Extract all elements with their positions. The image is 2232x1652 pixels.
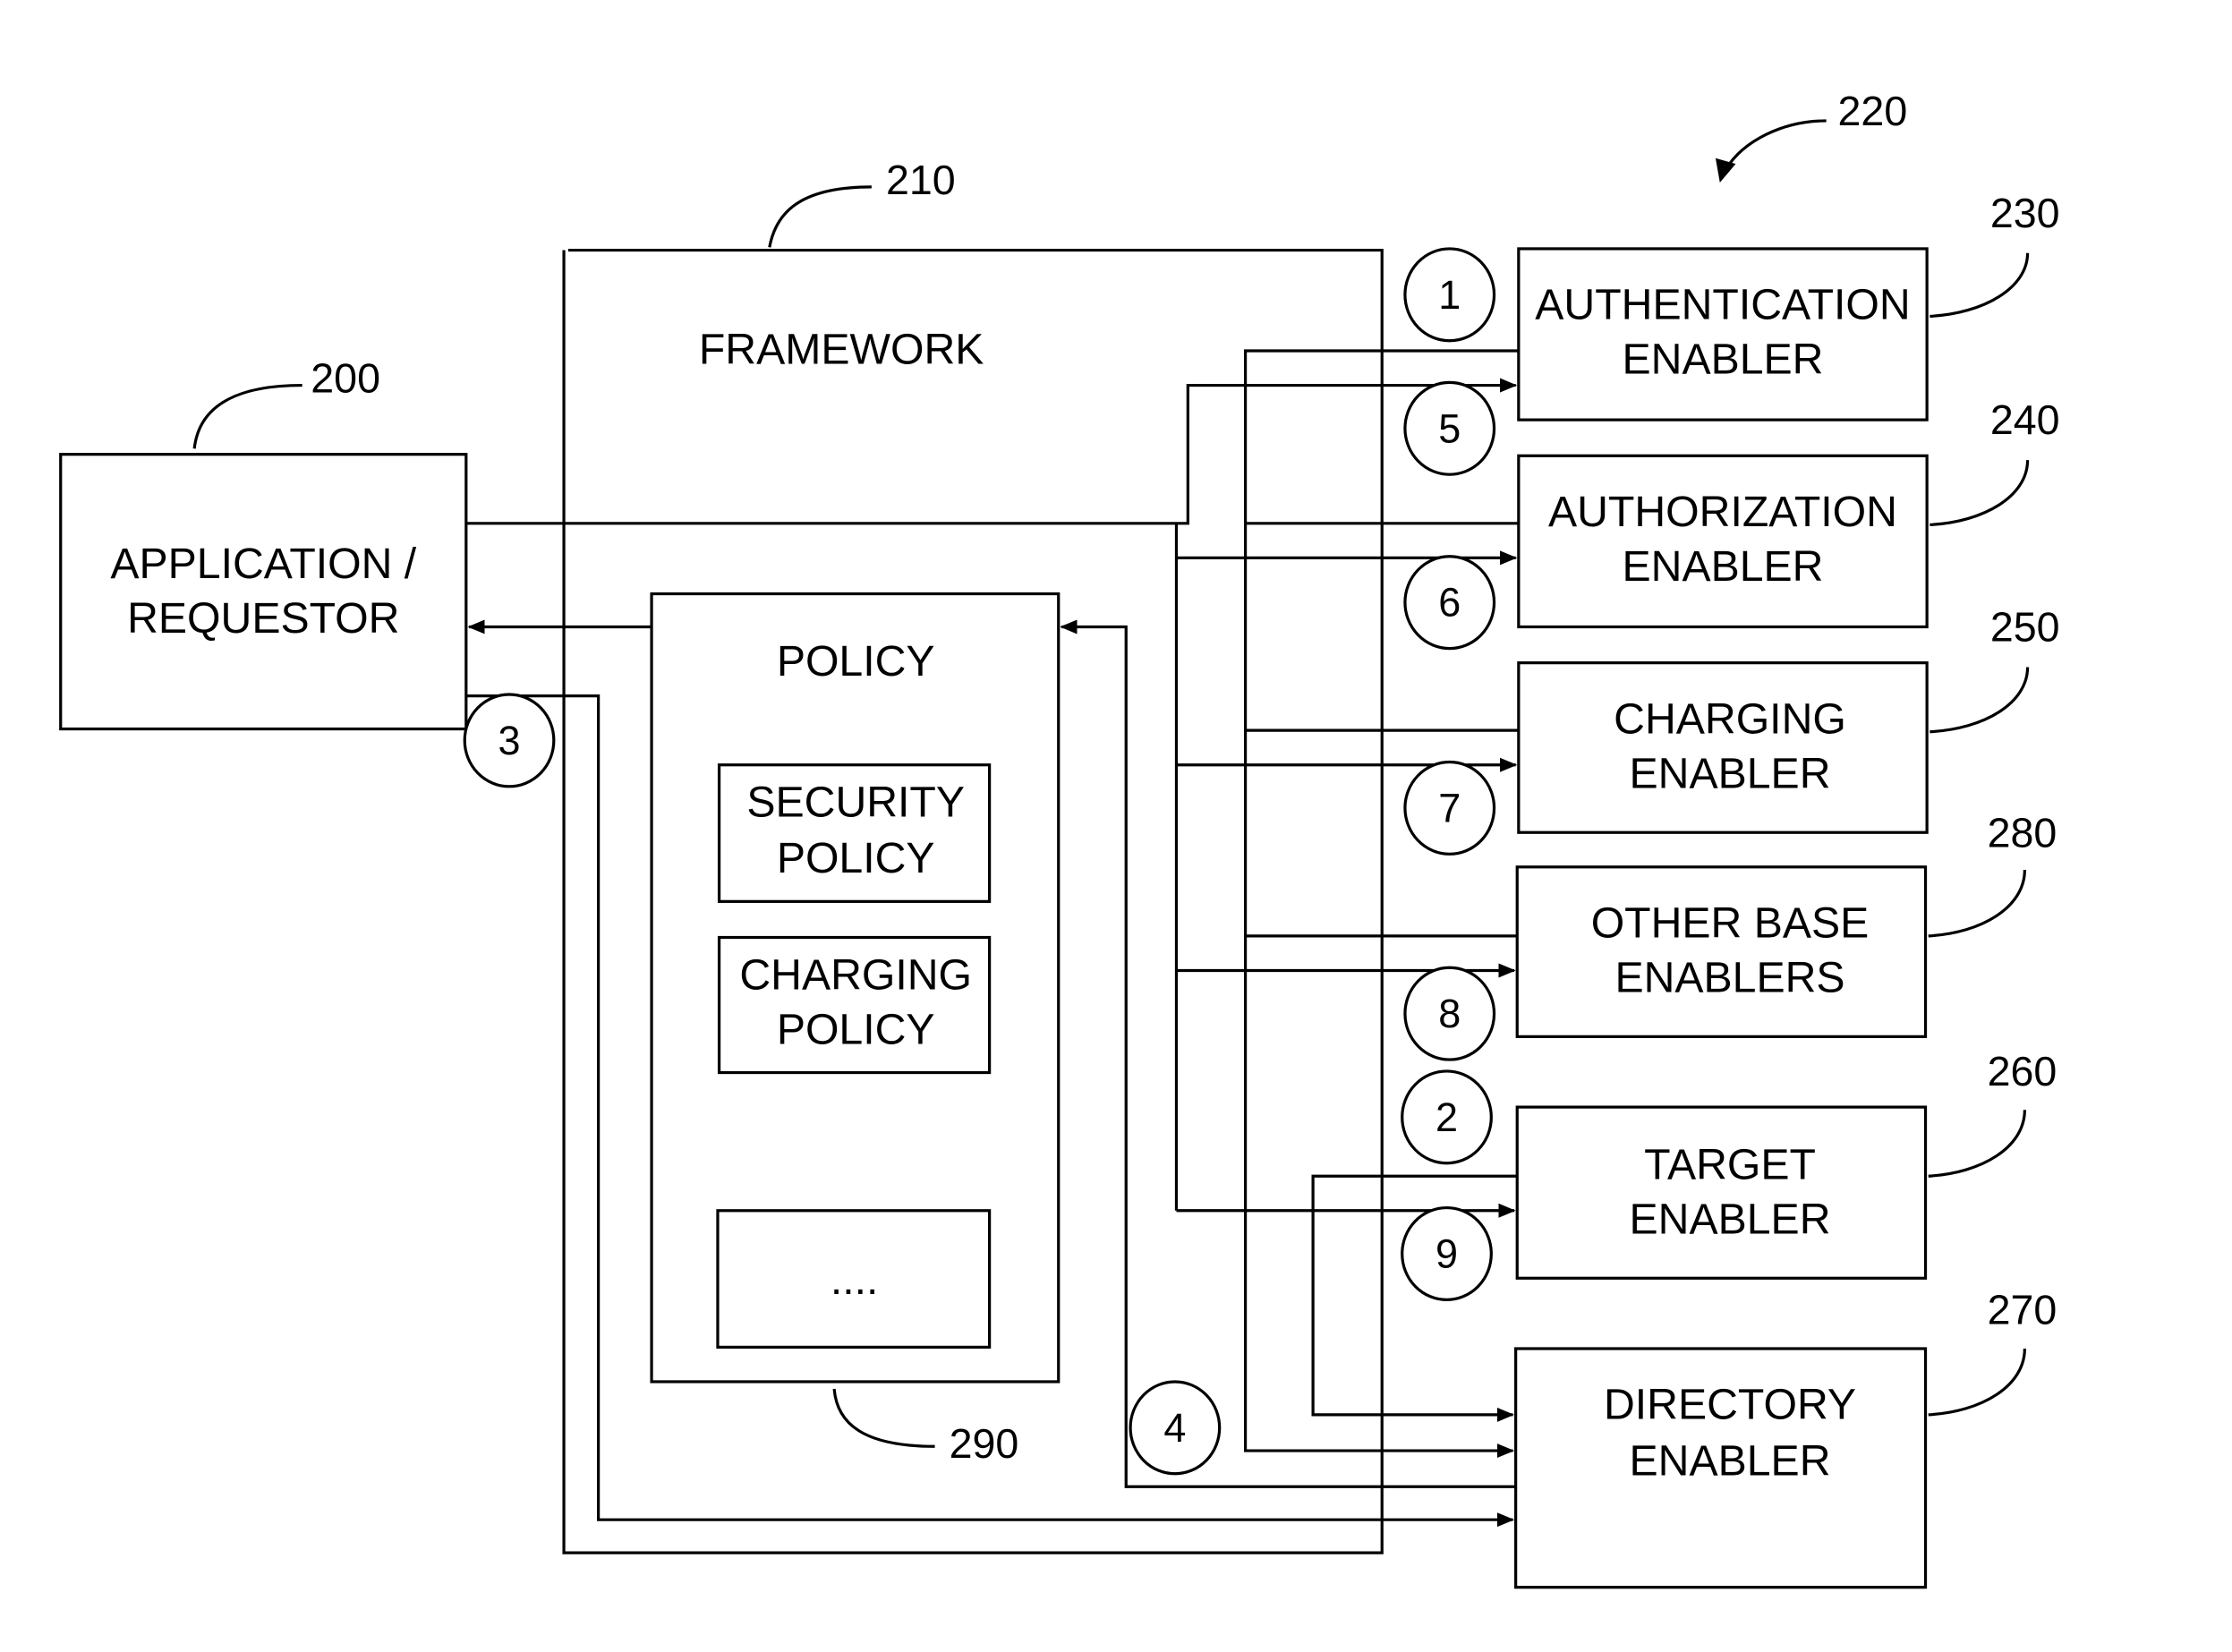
svg-text:2: 2: [1435, 1094, 1458, 1140]
charging-enabler-box: CHARGING ENABLER: [1517, 661, 1929, 834]
authorization-line2: ENABLER: [1623, 542, 1824, 591]
target-enabler-box: TARGET ENABLER: [1515, 1105, 1928, 1280]
connectors: [465, 349, 1519, 1528]
target-line1: TARGET: [1644, 1140, 1816, 1188]
step-5: 5: [1403, 380, 1496, 476]
ref-leader-260: [1928, 1110, 2026, 1178]
step-8: 8: [1403, 966, 1496, 1061]
step-4: 4: [1129, 1380, 1222, 1476]
ref-200: 200: [311, 355, 380, 402]
ref-leader-230: [1930, 252, 2030, 319]
charging-policy-line2: POLICY: [777, 1005, 935, 1053]
directory-line1: DIRECTORY: [1604, 1381, 1856, 1429]
other-base-line1: OTHER BASE: [1591, 899, 1870, 948]
ref-280: 280: [1988, 809, 2057, 856]
framework-label: FRAMEWORK: [699, 325, 984, 373]
ref-240: 240: [1990, 396, 2060, 443]
ref-210: 210: [886, 157, 956, 203]
step-3: 3: [463, 693, 556, 788]
application-requestor-box: APPLICATION / REQUESTOR: [59, 453, 468, 731]
step-6: 6: [1403, 555, 1496, 651]
application-label-line2: REQUESTOR: [127, 594, 399, 643]
svg-text:7: 7: [1438, 785, 1461, 830]
authentication-line2: ENABLER: [1623, 336, 1824, 384]
charging-policy-box: CHARGING POLICY: [717, 935, 992, 1075]
security-policy-line1: SECURITY: [746, 779, 965, 827]
svg-text:6: 6: [1438, 580, 1461, 626]
svg-text:8: 8: [1438, 991, 1461, 1036]
svg-text:4: 4: [1163, 1405, 1186, 1451]
ref-leader-280: [1928, 869, 2026, 938]
svg-text:5: 5: [1438, 405, 1461, 451]
target-line2: ENABLER: [1630, 1195, 1831, 1243]
more-policies-box: ....: [716, 1209, 992, 1350]
step-2: 2: [1401, 1069, 1493, 1165]
architecture-diagram: APPLICATION / REQUESTOR 200 FRAMEWORK 21…: [59, 88, 2060, 1589]
authentication-enabler-box: AUTHENTICATION ENABLER: [1517, 247, 1929, 422]
svg-text:1: 1: [1438, 272, 1461, 318]
charging-enabler-line1: CHARGING: [1614, 694, 1846, 743]
ref-270: 270: [1988, 1287, 2057, 1333]
ref-leader-220: [1724, 119, 1827, 171]
security-policy-line2: POLICY: [777, 834, 935, 882]
ref-leader-290: [832, 1388, 935, 1448]
ref-leader-250: [1930, 667, 2030, 734]
ref-290: 290: [950, 1420, 1019, 1467]
ref-leader-240: [1930, 460, 2030, 527]
other-base-enablers-box: OTHER BASE ENABLERS: [1515, 865, 1928, 1038]
ref-230: 230: [1990, 190, 2060, 236]
ref-leader-270: [1928, 1348, 2026, 1417]
step-7: 7: [1403, 760, 1496, 856]
authorization-line1: AUTHORIZATION: [1548, 488, 1897, 536]
step-1: 1: [1403, 247, 1496, 343]
ref-leader-200: [192, 383, 302, 449]
step-9: 9: [1401, 1205, 1493, 1301]
authorization-enabler-box: AUTHORIZATION ENABLER: [1517, 454, 1929, 629]
svg-text:9: 9: [1435, 1230, 1458, 1276]
charging-policy-line1: CHARGING: [739, 950, 972, 999]
connector-step-5: [465, 378, 1518, 525]
authentication-line1: AUTHENTICATION: [1535, 281, 1910, 329]
directory-enabler-box: DIRECTORY ENABLER: [1514, 1347, 1928, 1589]
ref-250: 250: [1990, 604, 2060, 651]
application-label-line1: APPLICATION /: [110, 540, 416, 588]
directory-line2: ENABLER: [1630, 1436, 1831, 1485]
other-base-line2: ENABLERS: [1614, 954, 1844, 1002]
security-policy-box: SECURITY POLICY: [717, 763, 992, 903]
policy-label: POLICY: [777, 637, 935, 685]
svg-text:3: 3: [498, 718, 521, 763]
charging-enabler-line2: ENABLER: [1630, 749, 1831, 797]
ref-220: 220: [1838, 88, 1908, 134]
ref-leader-210: [768, 185, 872, 248]
more-policies-label: ....: [831, 1256, 879, 1304]
ref-260: 260: [1988, 1048, 2057, 1094]
